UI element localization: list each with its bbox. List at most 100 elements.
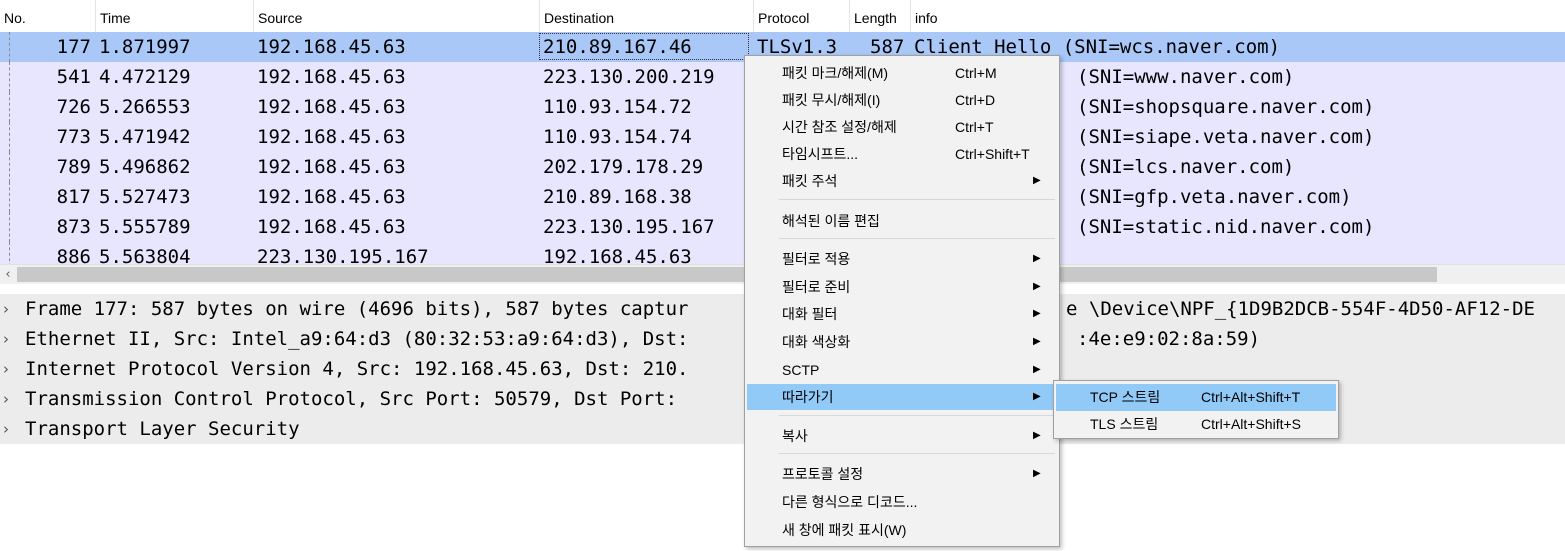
submenu-arrow-icon: ▶: [1033, 253, 1041, 264]
packet-no: 773: [56, 126, 91, 148]
menu-item-label: 다른 형식으로 디코드...: [782, 494, 918, 510]
column-header-info[interactable]: info: [911, 0, 1565, 32]
packet-info: (SNI=lcs.naver.com): [1077, 156, 1295, 178]
menu-item-label: 대화 색상화: [782, 334, 851, 350]
submenu-item-label: TLS 스트림: [1090, 416, 1159, 432]
packet-time: 1.871997: [99, 36, 191, 58]
menu-item-label: 패킷 무시/해제(I): [782, 92, 881, 108]
menu-item-mark-packet[interactable]: 패킷 마크/해제(M) Ctrl+M: [747, 60, 1057, 86]
submenu-arrow-icon: ▶: [1033, 281, 1041, 292]
submenu-arrow-icon: ▶: [1033, 430, 1041, 441]
scroll-left-icon[interactable]: ‹: [0, 265, 16, 284]
detail-text: Ethernet II, Src: Intel_a9:64:d3 (80:32:…: [25, 328, 689, 350]
submenu-item-tcp-stream[interactable]: TCP 스트림 Ctrl+Alt+Shift+T: [1056, 384, 1336, 411]
packet-info: (SNI=static.nid.naver.com): [1077, 216, 1375, 238]
packet-no: 726: [56, 96, 91, 118]
menu-item-label: 프로토콜 설정: [782, 466, 864, 482]
packet-time: 4.472129: [99, 66, 191, 88]
detail-text: Transmission Control Protocol, Src Port:…: [25, 388, 678, 410]
menu-item-follow[interactable]: 따라가기 ▶: [747, 384, 1057, 410]
packet-source: 192.168.45.63: [257, 156, 406, 178]
menu-item-packet-comment[interactable]: 패킷 주석 ▶: [747, 168, 1057, 194]
menu-item-label: 시간 참조 설정/해제: [782, 119, 897, 135]
column-header-destination[interactable]: Destination: [540, 0, 754, 32]
menu-item-label: 필터로 적용: [782, 251, 851, 267]
menu-item-prepare-as-filter[interactable]: 필터로 준비 ▶: [747, 274, 1057, 300]
submenu-arrow-icon: ▶: [1033, 364, 1041, 375]
menu-item-label: 복사: [782, 428, 808, 444]
menu-item-decode-as[interactable]: 다른 형식으로 디코드...: [747, 489, 1057, 515]
packet-info: (SNI=gfp.veta.naver.com): [1077, 186, 1352, 208]
packet-source: 223.130.195.167: [257, 246, 429, 264]
detail-text-tail: e \Device\NPF_{1D9B2DCB-554F-4D50-AF12-D…: [1066, 298, 1535, 320]
submenu-arrow-icon: ▶: [1033, 468, 1041, 479]
column-header-length[interactable]: Length: [850, 0, 911, 32]
submenu-item-shortcut: Ctrl+Alt+Shift+T: [1201, 389, 1301, 405]
detail-text: Transport Layer Security: [25, 418, 300, 440]
packet-list-header: No. Time Source Destination Protocol Len…: [0, 0, 1565, 33]
expand-arrow-icon[interactable]: ›: [3, 354, 9, 384]
packet-time: 5.496862: [99, 156, 191, 178]
packet-no: 886: [56, 246, 91, 264]
packet-destination: 202.179.178.29: [543, 156, 704, 178]
column-header-protocol[interactable]: Protocol: [754, 0, 850, 32]
submenu-arrow-icon: ▶: [1033, 308, 1041, 319]
column-header-time[interactable]: Time: [96, 0, 254, 32]
menu-item-ignore-packet[interactable]: 패킷 무시/해제(I) Ctrl+D: [747, 87, 1057, 113]
expand-arrow-icon[interactable]: ›: [3, 324, 9, 354]
packet-info: (SNI=www.naver.com): [1077, 66, 1295, 88]
packet-context-menu: 패킷 마크/해제(M) Ctrl+M 패킷 무시/해제(I) Ctrl+D 시간…: [744, 55, 1060, 547]
packet-time: 5.471942: [99, 126, 191, 148]
menu-separator: [779, 415, 1055, 416]
packet-source: 192.168.45.63: [257, 216, 406, 238]
menu-item-time-reference[interactable]: 시간 참조 설정/해제 Ctrl+T: [747, 114, 1057, 140]
expand-arrow-icon[interactable]: ›: [3, 294, 9, 324]
menu-item-copy[interactable]: 복사 ▶: [747, 423, 1057, 449]
packet-source: 192.168.45.63: [257, 66, 406, 88]
detail-text: Frame 177: 587 bytes on wire (4696 bits)…: [25, 298, 689, 320]
menu-item-time-shift[interactable]: 타임시프트... Ctrl+Shift+T: [747, 141, 1057, 167]
menu-item-label: 타임시프트...: [782, 146, 859, 162]
menu-item-label: 대화 필터: [782, 306, 838, 322]
menu-item-edit-resolved-name[interactable]: 해석된 이름 편집: [747, 208, 1057, 234]
submenu-arrow-icon: ▶: [1033, 336, 1041, 347]
menu-item-apply-as-filter[interactable]: 필터로 적용 ▶: [747, 246, 1057, 272]
packet-destination: 192.168.45.63: [543, 246, 692, 264]
column-header-no[interactable]: No.: [0, 0, 96, 32]
follow-submenu: TCP 스트림 Ctrl+Alt+Shift+T TLS 스트림 Ctrl+Al…: [1053, 380, 1339, 439]
packet-no: 541: [56, 66, 91, 88]
submenu-item-label: TCP 스트림: [1090, 389, 1161, 405]
scroll-thumb[interactable]: [17, 267, 1437, 282]
menu-item-show-packet-new-window[interactable]: 새 창에 패킷 표시(W): [747, 517, 1057, 543]
packet-info: (SNI=siape.veta.naver.com): [1077, 126, 1375, 148]
menu-item-colorize-conversation[interactable]: 대화 색상화 ▶: [747, 329, 1057, 355]
packet-no: 789: [56, 156, 91, 178]
expand-arrow-icon[interactable]: ›: [3, 414, 9, 444]
packet-destination: 223.130.195.167: [543, 216, 715, 238]
menu-item-label: 새 창에 패킷 표시(W): [782, 522, 907, 538]
packet-destination: 210.89.168.38: [543, 186, 692, 208]
menu-item-label: 해석된 이름 편집: [782, 213, 880, 229]
menu-item-sctp[interactable]: SCTP ▶: [747, 357, 1057, 383]
packet-no: 817: [56, 186, 91, 208]
menu-item-label: 따라가기: [782, 389, 834, 405]
menu-item-protocol-preferences[interactable]: 프로토콜 설정 ▶: [747, 461, 1057, 487]
packet-source: 192.168.45.63: [257, 36, 406, 58]
packet-time: 5.527473: [99, 186, 191, 208]
submenu-arrow-icon: ▶: [1033, 391, 1041, 402]
packet-source: 192.168.45.63: [257, 126, 406, 148]
submenu-item-tls-stream[interactable]: TLS 스트림 Ctrl+Alt+Shift+S: [1056, 411, 1336, 438]
menu-separator: [779, 199, 1055, 200]
menu-item-label: 필터로 준비: [782, 279, 851, 295]
packet-time: 5.266553: [99, 96, 191, 118]
packet-time: 5.563804: [99, 246, 191, 264]
menu-item-conversation-filter[interactable]: 대화 필터 ▶: [747, 301, 1057, 327]
expand-arrow-icon[interactable]: ›: [3, 384, 9, 414]
packet-destination: 210.89.167.46: [543, 36, 692, 58]
packet-time: 5.555789: [99, 216, 191, 238]
menu-item-label: 패킷 마크/해제(M): [782, 65, 889, 81]
detail-text-tail: :4e:e9:02:8a:59): [1077, 328, 1261, 350]
submenu-arrow-icon: ▶: [1033, 175, 1041, 186]
column-header-source[interactable]: Source: [254, 0, 540, 32]
packet-source: 192.168.45.63: [257, 96, 406, 118]
